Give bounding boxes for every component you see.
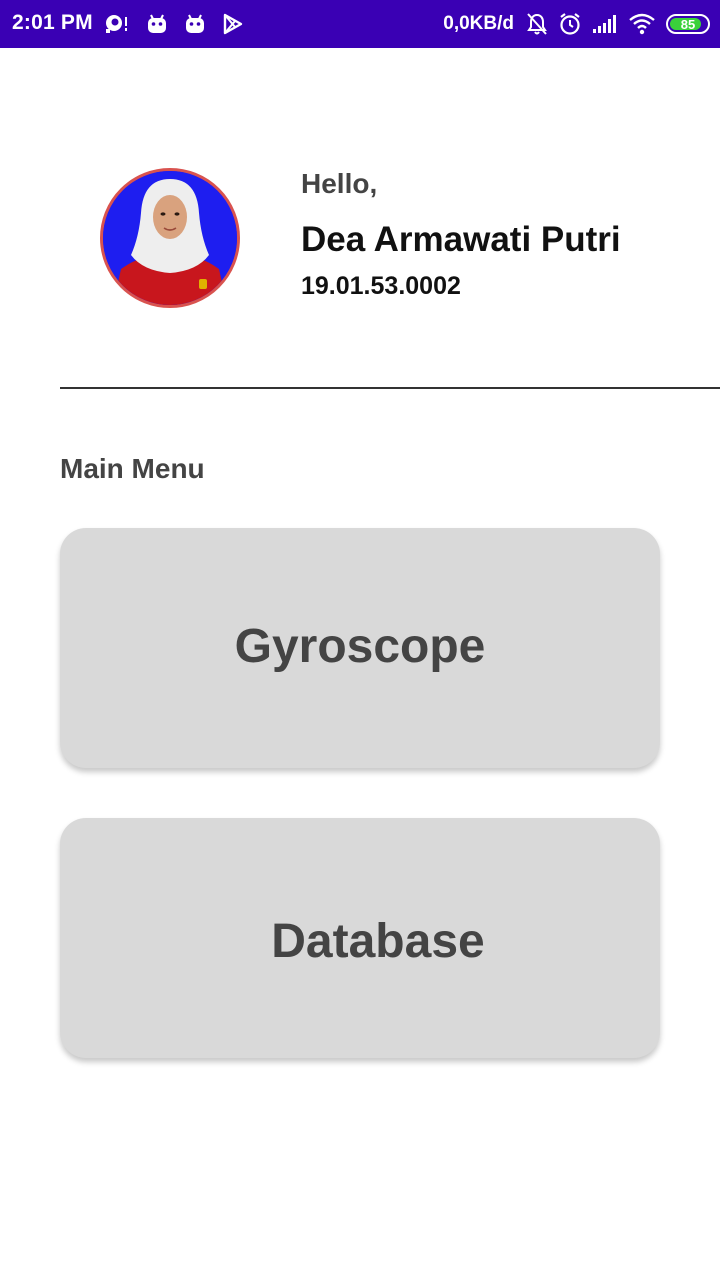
database-button-label: Database bbox=[271, 914, 485, 968]
status-time: 2:01 PM bbox=[12, 11, 93, 34]
student-id: 19.01.53.0002 bbox=[301, 272, 461, 300]
signal-icon bbox=[593, 15, 616, 33]
status-bar: 2:01 PM 0,0KB/d 85 bbox=[0, 0, 720, 48]
notification-app-icon bbox=[106, 15, 127, 33]
android-icon bbox=[186, 14, 204, 33]
battery-indicator: 85 bbox=[666, 14, 710, 34]
play-store-icon bbox=[223, 13, 243, 35]
status-right-icons: 0,0KB/d 85 bbox=[443, 9, 710, 39]
alarm-icon bbox=[560, 13, 580, 35]
greeting-text: Hello, bbox=[301, 168, 378, 199]
divider bbox=[60, 387, 720, 389]
home-screen: 2:01 PM 0,0KB/d 85 Hello, Dea Armawati P… bbox=[0, 0, 720, 1280]
battery-level: 85 bbox=[680, 16, 696, 32]
user-name: Dea Armawati Putri bbox=[301, 220, 621, 259]
muted-bell-icon bbox=[527, 13, 547, 35]
avatar bbox=[100, 168, 240, 308]
database-button[interactable]: Database bbox=[60, 818, 660, 1058]
main-menu-title: Main Menu bbox=[60, 453, 205, 484]
android-icon bbox=[148, 14, 166, 33]
gyroscope-button-label: Gyroscope bbox=[234, 619, 486, 673]
gyroscope-button[interactable]: Gyroscope bbox=[60, 528, 660, 768]
network-speed: 0,0KB/d bbox=[443, 13, 514, 34]
wifi-icon bbox=[629, 13, 655, 35]
status-left-icons bbox=[104, 10, 244, 38]
